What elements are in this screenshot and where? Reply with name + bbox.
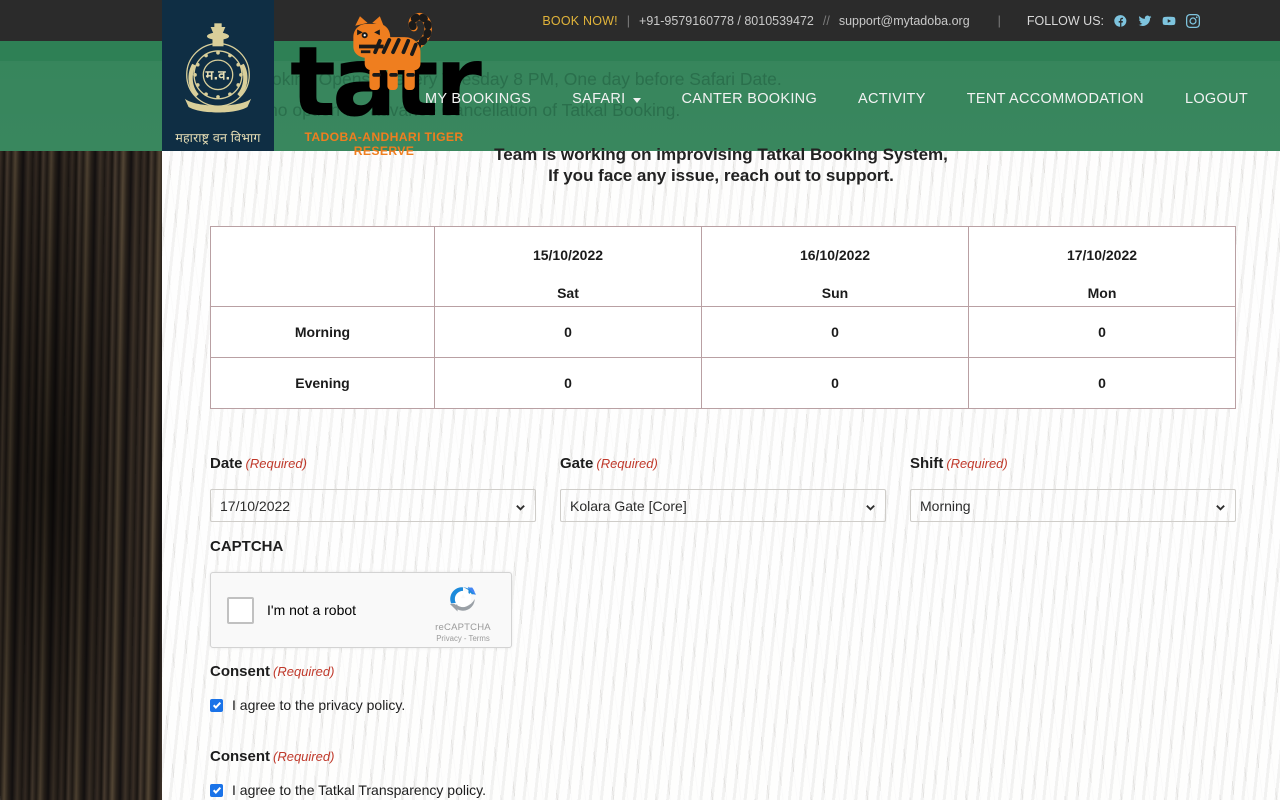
topbar-separator-2: //: [822, 13, 830, 28]
header-day: Sat: [557, 284, 579, 301]
booking-form-row: Date (Required) 17/10/2022 Gate (Required)…: [210, 455, 1236, 522]
support-email[interactable]: support@mytadoba.org: [839, 14, 970, 28]
nav-label: LOGOUT: [1184, 91, 1248, 107]
tatkal-transparency-checkbox[interactable]: [210, 783, 223, 797]
header-day: Mon: [1087, 284, 1117, 301]
nav-label: MY BOOKINGS: [424, 91, 532, 107]
nav-item-canter-booking[interactable]: CANTER BOOKING: [682, 91, 818, 107]
required-tag: (Required): [273, 749, 335, 764]
required-tag: (Required): [273, 664, 335, 679]
required-tag: (Required): [946, 456, 1008, 471]
emblem-caption: महाराष्ट्र वन विभाग: [175, 131, 261, 145]
youtube-icon[interactable]: [1161, 13, 1176, 28]
phone-numbers[interactable]: +91-9579160778 / 8010539472: [639, 14, 814, 28]
recaptcha-text: I'm not a robot: [267, 602, 357, 618]
header-date: 16/10/2022: [799, 246, 871, 263]
instagram-icon[interactable]: [1185, 13, 1200, 28]
availability-cell: 0: [434, 357, 702, 409]
tatr-logo[interactable]: tatr TADOBA-ANDHARI TIGER RESERVE: [284, 8, 484, 158]
table-corner-cell: [210, 226, 435, 307]
nav-label: TENT ACCOMMODATION: [966, 91, 1144, 107]
nav-item-logout[interactable]: LOGOUT: [1185, 91, 1248, 107]
main-navigation: MY BOOKINGS SAFARI CANTER BOOKING ACTIVI…: [0, 82, 1280, 116]
consent-title-text: Consent: [210, 748, 270, 765]
date-label: Date (Required): [210, 455, 536, 472]
recaptcha-logo-icon: [449, 586, 477, 612]
consent-row[interactable]: I agree to the privacy policy.: [210, 697, 405, 713]
maharashtra-forest-department-emblem[interactable]: म.व. महाराष्ट्र वन विभाग: [162, 0, 274, 151]
privacy-policy-label: I agree to the privacy policy.: [232, 697, 406, 713]
shift-select[interactable]: Morning: [910, 489, 1236, 522]
chevron-down-icon: [632, 97, 641, 103]
nav-item-tent-accommodation[interactable]: TENT ACCOMMODATION: [967, 91, 1144, 107]
gate-label: Gate (Required): [560, 455, 886, 472]
captcha-label: CAPTCHA: [210, 538, 284, 555]
twitter-icon[interactable]: [1137, 13, 1152, 28]
captcha-section: CAPTCHA I'm not a robot reCAPTCHA Privac…: [210, 538, 512, 648]
date-select[interactable]: 17/10/2022: [210, 489, 536, 522]
logo-tagline: TADOBA-ANDHARI TIGER RESERVE: [304, 130, 464, 158]
table-row: Morning 0 0 0: [210, 306, 1236, 358]
privacy-policy-checkbox[interactable]: [210, 698, 223, 712]
date-field-group: Date (Required) 17/10/2022: [210, 455, 536, 522]
recaptcha-widget[interactable]: I'm not a robot reCAPTCHA Privacy - Term…: [210, 572, 512, 648]
shift-field-group: Shift (Required) Morning: [910, 455, 1236, 522]
nav-item-activity[interactable]: ACTIVITY: [858, 91, 926, 107]
follow-us-label: FOLLOW US:: [1026, 13, 1104, 28]
table-header-col-0: 15/10/2022 Sat: [434, 226, 702, 307]
recaptcha-brand: reCAPTCHA Privacy - Terms: [426, 582, 500, 643]
availability-cell: 0: [701, 357, 969, 409]
topbar-separator-1: |: [626, 13, 631, 28]
shift-label-text: Shift: [910, 455, 944, 472]
nav-label: SAFARI: [572, 91, 626, 107]
nav-item-safari[interactable]: SAFARI: [572, 91, 641, 107]
date-label-text: Date: [210, 455, 243, 472]
shift-label: Shift (Required): [910, 455, 1236, 472]
table-header-row: 15/10/2022 Sat 16/10/2022 Sun 17/10/2022…: [210, 226, 1236, 307]
nav-label: ACTIVITY: [858, 91, 926, 107]
row-label-morning: Morning: [210, 306, 435, 358]
row-label-evening: Evening: [210, 357, 435, 409]
nav-item-my-bookings[interactable]: MY BOOKINGS: [425, 91, 531, 107]
consent-row[interactable]: I agree to the Tatkal Transparency polic…: [210, 782, 486, 798]
header-date: 15/10/2022: [532, 246, 604, 263]
header-date: 17/10/2022: [1066, 246, 1138, 263]
recaptcha-checkbox[interactable]: [227, 596, 254, 624]
header-day: Sun: [821, 284, 849, 301]
availability-cell: 0: [968, 306, 1236, 358]
recaptcha-brand-name: reCAPTCHA: [435, 622, 491, 633]
facebook-icon[interactable]: [1113, 13, 1128, 28]
availability-cell: 0: [701, 306, 969, 358]
consent-title: Consent (Required): [210, 663, 405, 680]
table-row: Evening 0 0 0: [210, 357, 1236, 409]
topbar-left-filler: [0, 0, 162, 41]
tatkal-transparency-label: I agree to the Tatkal Transparency polic…: [232, 782, 486, 798]
consent-section-tatkal: Consent (Required) I agree to the Tatkal …: [210, 748, 486, 798]
required-tag: (Required): [596, 456, 658, 471]
availability-cell: 0: [968, 357, 1236, 409]
gate-field-group: Gate (Required) Kolara Gate [Core]: [560, 455, 886, 522]
required-tag: (Required): [245, 456, 307, 471]
table-header-col-2: 17/10/2022 Mon: [968, 226, 1236, 307]
gate-select[interactable]: Kolara Gate [Core]: [560, 489, 886, 522]
consent-title: Consent (Required): [210, 748, 486, 765]
nav-label: CANTER BOOKING: [681, 91, 818, 107]
consent-section-privacy: Consent (Required) I agree to the privacy…: [210, 663, 405, 713]
recaptcha-brand-links[interactable]: Privacy - Terms: [426, 634, 500, 643]
consent-title-text: Consent: [210, 663, 270, 680]
availability-table: 15/10/2022 Sat 16/10/2022 Sun 17/10/2022…: [210, 226, 1236, 409]
table-header-col-1: 16/10/2022 Sun: [701, 226, 969, 307]
gate-label-text: Gate: [560, 455, 594, 472]
book-now-link[interactable]: BOOK NOW!: [542, 14, 617, 28]
availability-cell: 0: [434, 306, 702, 358]
topbar-separator-3: |: [997, 13, 1001, 28]
